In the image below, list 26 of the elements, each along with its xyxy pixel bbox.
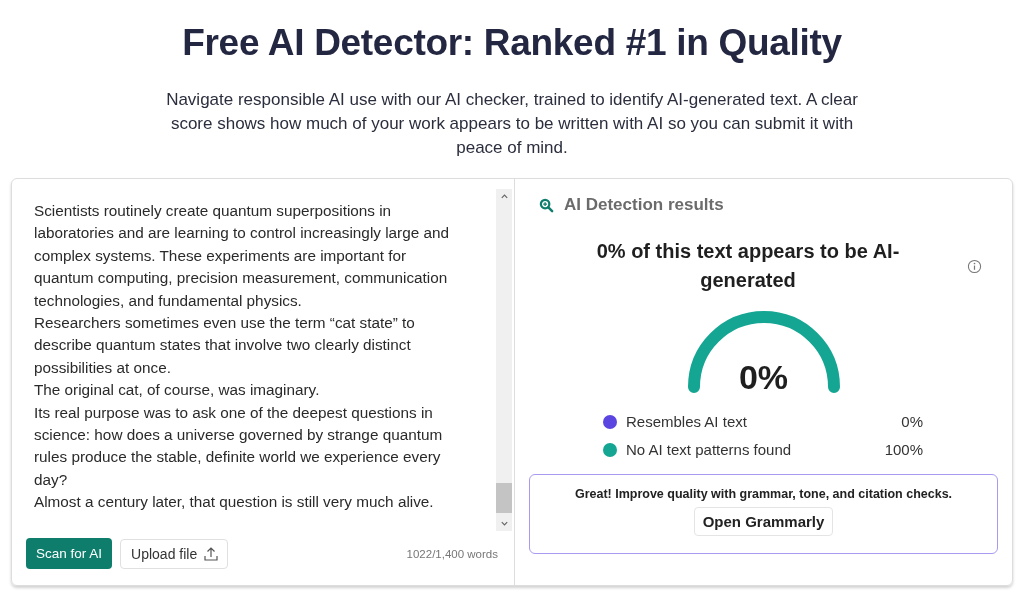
- scrollbar-thumb[interactable]: [496, 483, 512, 513]
- text-paragraph: Researchers sometimes even use the term “cat state” to describe quantum states that involve two clearly distinct possibilities at once.: [34, 313, 416, 378]
- text-paragraph: Scientists routinely create quantum superpositions in laboratories and are learning to control increasingly large and complex systems. These experiments are important for quantum computing, precision measurement, communication technologies, and fundamental physics.: [34, 201, 450, 311]
- promo-text: Great! Improve quality with grammar, tone, and citation checks.: [574, 487, 953, 501]
- legend-value: 100%: [884, 441, 923, 458]
- page-subtitle: Navigate responsible AI use with our AI checker, trained to identify AI-generated text. A clear score shows how much of your work appears to be written with AI so you can submit it with peace of mind.: [165, 89, 859, 159]
- scroll-down-icon[interactable]: [499, 521, 509, 527]
- results-title: AI Detection results: [564, 195, 724, 215]
- gauge-reading: 0%: [737, 358, 790, 397]
- text-paragraph: Almost a century later, that question is still very much alive.: [34, 492, 435, 513]
- scan-button[interactable]: Scan for AI: [26, 538, 113, 569]
- open-grammarly-button[interactable]: Open Grammarly: [693, 507, 834, 536]
- page-title: Free AI Detector: Ranked #1 in Quality: [182, 22, 842, 64]
- upload-button[interactable]: Upload file: [120, 538, 229, 569]
- legend-value: 0%: [901, 413, 923, 430]
- upload-icon: [203, 545, 220, 562]
- info-icon[interactable]: [967, 258, 982, 274]
- result-headline: 0% of this text appears to be AI-generated: [595, 239, 901, 293]
- scroll-up-icon[interactable]: [499, 193, 509, 199]
- legend-label: No AI text patterns found: [626, 441, 793, 458]
- word-count: 1022/1,400 words: [406, 547, 498, 560]
- legend-label: Resembles AI text: [626, 413, 748, 430]
- search-icon: [539, 197, 554, 213]
- text-paragraph: The original cat, of course, was imaginary.: [34, 380, 321, 401]
- text-paragraph: Its real purpose was to ask one of the deepest questions in science: how does a universe governed by strange quantum rules produce the stable, definite world we experience every day?: [34, 402, 444, 490]
- scrollbar[interactable]: [496, 189, 512, 531]
